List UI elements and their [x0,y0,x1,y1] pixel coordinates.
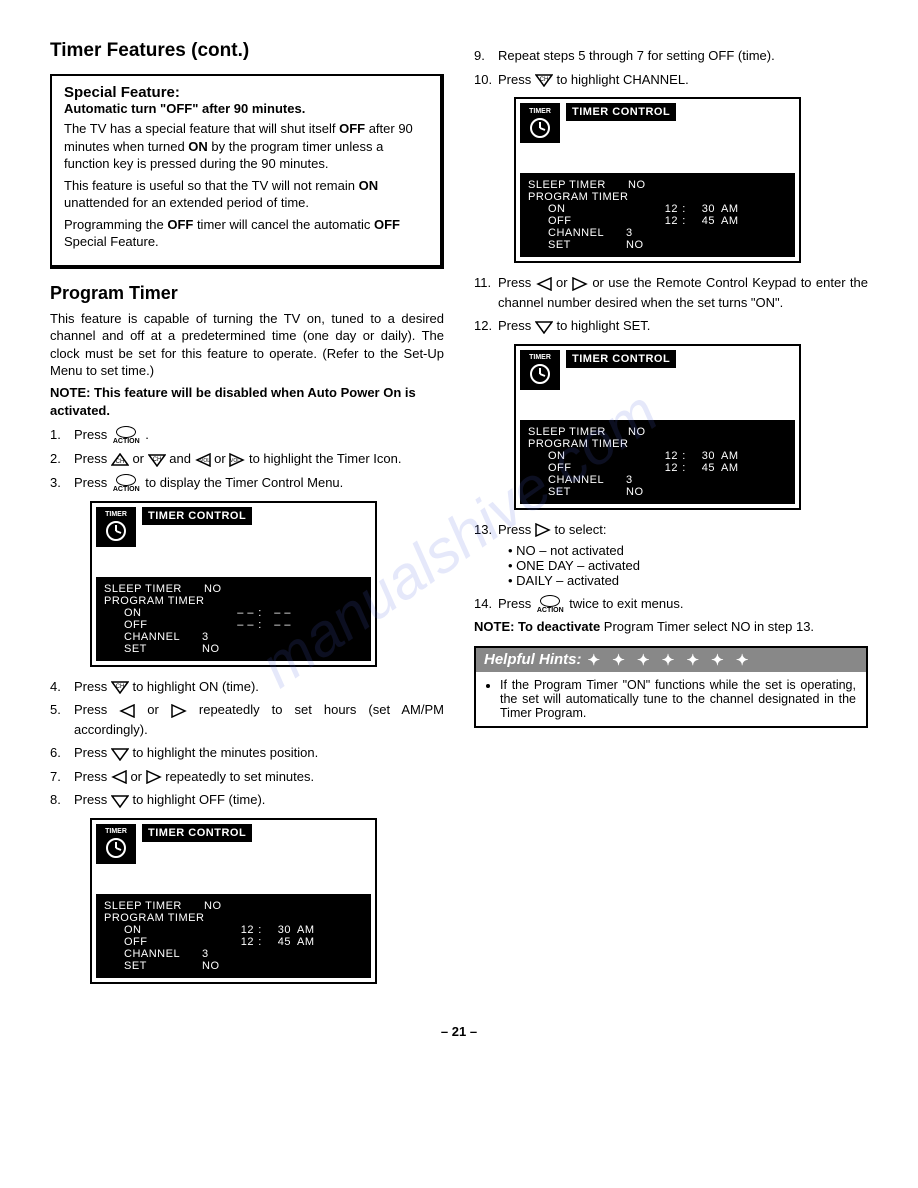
step-1: Press ACTION . [74,425,444,445]
timer-icon: TIMER [96,507,136,547]
step-11: Press or or use the Remote Control Keypa… [498,273,868,312]
left-icon: VOL [195,453,211,467]
page-title: Timer Features (cont.) [50,40,444,62]
svg-text:CH: CH [152,457,161,463]
down-icon: CH [111,680,129,694]
program-timer-note: NOTE: This feature will be disabled when… [50,384,444,419]
right-steps-cont: 11. Press or or use the Remote Control K… [474,273,868,336]
right-steps-final: 13. Press to select: [474,520,868,540]
osd-screen-4: TIMER TIMER CONTROL SLEEP TIMERNO PROGRA… [514,344,801,510]
svg-text:CH: CH [116,684,125,690]
right-steps-14: 14. Press ACTION twice to exit menus. [474,594,868,614]
step-2: Press CH or CH and VOL or VOL to highlig… [74,449,444,469]
helpful-hints-title: Helpful Hints:✦ ✦ ✦ ✦ ✦ ✦ ✦ [476,648,866,672]
down-icon [111,747,129,761]
right-icon: VOL [229,453,245,467]
left-steps: 1. Press ACTION . 2. Press CH or CH and … [50,425,444,493]
special-title: Special Feature: [64,84,428,101]
helpful-hints-box: Helpful Hints:✦ ✦ ✦ ✦ ✦ ✦ ✦ If the Progr… [474,646,868,728]
step-9: Repeat steps 5 through 7 for setting OFF… [498,46,868,66]
left-column: Timer Features (cont.) Special Feature: … [50,40,444,994]
osd-screen-1: TIMER TIMER CONTROL SLEEP TIMERNO PROGRA… [90,501,377,667]
right-icon [535,523,551,537]
step-10: Press CH to highlight CHANNEL. [498,70,868,90]
special-p3: Programming the OFF timer will cancel th… [64,216,428,251]
step-14: Press ACTION twice to exit menus. [498,594,868,614]
right-icon [572,277,588,291]
svg-text:VOL: VOL [230,458,240,464]
option-one-day: ONE DAY – activated [508,558,868,573]
osd-panel: SLEEP TIMERNO PROGRAM TIMER ON– –:– – OF… [96,577,371,661]
step-13: Press to select: [498,520,868,540]
step-12: Press to highlight SET. [498,316,868,336]
step-13-options: NO – not activated ONE DAY – activated D… [508,543,868,588]
timer-control-label: TIMER CONTROL [566,103,676,121]
svg-text:CH: CH [116,459,125,465]
special-feature-box: Special Feature: Automatic turn "OFF" af… [50,74,444,269]
left-icon [536,277,552,291]
option-daily: DAILY – activated [508,573,868,588]
right-column: 9.Repeat steps 5 through 7 for setting O… [474,40,868,994]
left-icon [111,770,127,784]
special-p2: This feature is useful so that the TV wi… [64,177,428,212]
special-p1: The TV has a special feature that will s… [64,120,428,173]
down-icon [535,320,553,334]
helpful-hints-body: If the Program Timer "ON" functions whil… [476,672,866,726]
right-steps: 9.Repeat steps 5 through 7 for setting O… [474,46,868,89]
osd-screen-2: TIMER TIMER CONTROL SLEEP TIMERNO PROGRA… [90,818,377,984]
step-4: Press CH to highlight ON (time). [74,677,444,697]
step-7: Press or repeatedly to set minutes. [74,767,444,787]
down-icon [111,794,129,808]
timer-control-label: TIMER CONTROL [142,824,252,842]
step-8: Press to highlight OFF (time). [74,790,444,810]
timer-icon: TIMER [96,824,136,864]
option-no: NO – not activated [508,543,868,558]
osd-panel: SLEEP TIMERNO PROGRAM TIMER ON12:30AM OF… [520,420,795,504]
timer-control-label: TIMER CONTROL [142,507,252,525]
step-5: Press or repeatedly to set hours (set AM… [74,700,444,739]
program-timer-heading: Program Timer [50,283,444,304]
up-icon: CH [111,453,129,467]
step-3: Press ACTION to display the Timer Contro… [74,473,444,493]
page-number: – 21 – [50,1024,868,1039]
action-button-icon: ACTION [537,595,564,614]
osd-screen-3: TIMER TIMER CONTROL SLEEP TIMERNO PROGRA… [514,97,801,263]
left-steps-cont: 4. Press CH to highlight ON (time). 5. P… [50,677,444,810]
special-subtitle: Automatic turn "OFF" after 90 minutes. [64,101,428,116]
timer-icon: TIMER [520,350,560,390]
down-icon: CH [148,453,166,467]
right-icon [146,770,162,784]
step-6: Press to highlight the minutes position. [74,743,444,763]
svg-text:CH: CH [540,77,549,83]
action-button-icon: ACTION [113,426,140,445]
action-button-icon: ACTION [113,474,140,493]
osd-panel: SLEEP TIMERNO PROGRAM TIMER ON12:30AM OF… [520,173,795,257]
two-column-layout: Timer Features (cont.) Special Feature: … [50,40,868,994]
svg-text:VOL: VOL [200,458,210,464]
left-icon [119,704,135,718]
timer-icon: TIMER [520,103,560,143]
down-icon: CH [535,73,553,87]
timer-control-label: TIMER CONTROL [566,350,676,368]
right-icon [171,704,187,718]
program-timer-desc: This feature is capable of turning the T… [50,310,444,380]
osd-panel: SLEEP TIMERNO PROGRAM TIMER ON12:30AM OF… [96,894,371,978]
deactivate-note: NOTE: To deactivate Program Timer select… [474,618,868,636]
